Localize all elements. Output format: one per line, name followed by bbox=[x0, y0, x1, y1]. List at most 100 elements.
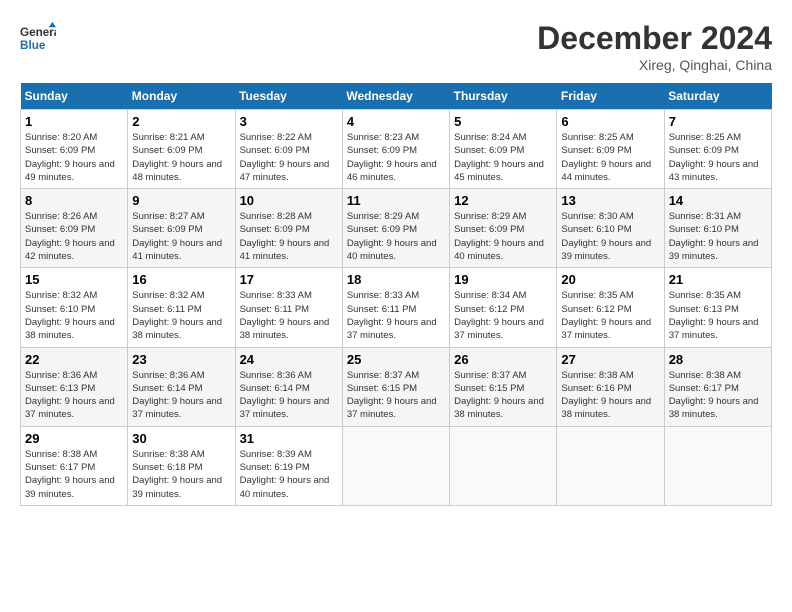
sunset-text: Sunset: 6:17 PM bbox=[669, 383, 739, 394]
day-number: 6 bbox=[561, 114, 659, 129]
calendar-day-cell: 28 Sunrise: 8:38 AM Sunset: 6:17 PM Dayl… bbox=[664, 347, 771, 426]
day-number: 19 bbox=[454, 272, 552, 287]
sunrise-text: Sunrise: 8:38 AM bbox=[561, 370, 633, 381]
sunset-text: Sunset: 6:13 PM bbox=[669, 304, 739, 315]
daylight-text: Daylight: 9 hours and 37 minutes. bbox=[132, 396, 222, 420]
sunrise-text: Sunrise: 8:23 AM bbox=[347, 132, 419, 143]
sunset-text: Sunset: 6:11 PM bbox=[240, 304, 310, 315]
sunset-text: Sunset: 6:09 PM bbox=[454, 145, 524, 156]
day-info: Sunrise: 8:38 AM Sunset: 6:18 PM Dayligh… bbox=[132, 448, 230, 501]
sunrise-text: Sunrise: 8:33 AM bbox=[347, 290, 419, 301]
daylight-text: Daylight: 9 hours and 44 minutes. bbox=[561, 159, 651, 183]
sunset-text: Sunset: 6:13 PM bbox=[25, 383, 95, 394]
daylight-text: Daylight: 9 hours and 38 minutes. bbox=[132, 317, 222, 341]
sunrise-text: Sunrise: 8:20 AM bbox=[25, 132, 97, 143]
day-info: Sunrise: 8:25 AM Sunset: 6:09 PM Dayligh… bbox=[669, 131, 767, 184]
sunset-text: Sunset: 6:14 PM bbox=[132, 383, 202, 394]
sunrise-text: Sunrise: 8:36 AM bbox=[25, 370, 97, 381]
calendar-day-cell: 10 Sunrise: 8:28 AM Sunset: 6:09 PM Dayl… bbox=[235, 189, 342, 268]
day-number: 28 bbox=[669, 352, 767, 367]
sunset-text: Sunset: 6:09 PM bbox=[240, 145, 310, 156]
calendar-day-cell: 20 Sunrise: 8:35 AM Sunset: 6:12 PM Dayl… bbox=[557, 268, 664, 347]
daylight-text: Daylight: 9 hours and 37 minutes. bbox=[561, 317, 651, 341]
weekday-header-row: SundayMondayTuesdayWednesdayThursdayFrid… bbox=[21, 83, 772, 110]
calendar-day-cell: 12 Sunrise: 8:29 AM Sunset: 6:09 PM Dayl… bbox=[450, 189, 557, 268]
day-info: Sunrise: 8:36 AM Sunset: 6:13 PM Dayligh… bbox=[25, 369, 123, 422]
sunset-text: Sunset: 6:19 PM bbox=[240, 462, 310, 473]
sunset-text: Sunset: 6:09 PM bbox=[669, 145, 739, 156]
calendar-day-cell: 8 Sunrise: 8:26 AM Sunset: 6:09 PM Dayli… bbox=[21, 189, 128, 268]
calendar-day-cell: 3 Sunrise: 8:22 AM Sunset: 6:09 PM Dayli… bbox=[235, 110, 342, 189]
weekday-header-sunday: Sunday bbox=[21, 83, 128, 110]
calendar-week-row: 22 Sunrise: 8:36 AM Sunset: 6:13 PM Dayl… bbox=[21, 347, 772, 426]
day-info: Sunrise: 8:33 AM Sunset: 6:11 PM Dayligh… bbox=[347, 289, 445, 342]
day-info: Sunrise: 8:31 AM Sunset: 6:10 PM Dayligh… bbox=[669, 210, 767, 263]
calendar-week-row: 15 Sunrise: 8:32 AM Sunset: 6:10 PM Dayl… bbox=[21, 268, 772, 347]
day-number: 7 bbox=[669, 114, 767, 129]
daylight-text: Daylight: 9 hours and 37 minutes. bbox=[669, 317, 759, 341]
day-number: 16 bbox=[132, 272, 230, 287]
weekday-header-saturday: Saturday bbox=[664, 83, 771, 110]
sunset-text: Sunset: 6:18 PM bbox=[132, 462, 202, 473]
day-number: 13 bbox=[561, 193, 659, 208]
daylight-text: Daylight: 9 hours and 47 minutes. bbox=[240, 159, 330, 183]
day-number: 20 bbox=[561, 272, 659, 287]
sunrise-text: Sunrise: 8:36 AM bbox=[240, 370, 312, 381]
day-number: 24 bbox=[240, 352, 338, 367]
day-info: Sunrise: 8:32 AM Sunset: 6:11 PM Dayligh… bbox=[132, 289, 230, 342]
calendar-day-cell: 17 Sunrise: 8:33 AM Sunset: 6:11 PM Dayl… bbox=[235, 268, 342, 347]
sunset-text: Sunset: 6:15 PM bbox=[347, 383, 417, 394]
sunrise-text: Sunrise: 8:33 AM bbox=[240, 290, 312, 301]
calendar-day-cell: 2 Sunrise: 8:21 AM Sunset: 6:09 PM Dayli… bbox=[128, 110, 235, 189]
day-number: 8 bbox=[25, 193, 123, 208]
daylight-text: Daylight: 9 hours and 41 minutes. bbox=[240, 238, 330, 262]
daylight-text: Daylight: 9 hours and 37 minutes. bbox=[240, 396, 330, 420]
day-number: 4 bbox=[347, 114, 445, 129]
sunset-text: Sunset: 6:09 PM bbox=[454, 224, 524, 235]
sunset-text: Sunset: 6:09 PM bbox=[25, 145, 95, 156]
daylight-text: Daylight: 9 hours and 39 minutes. bbox=[25, 475, 115, 499]
calendar-day-cell: 26 Sunrise: 8:37 AM Sunset: 6:15 PM Dayl… bbox=[450, 347, 557, 426]
day-info: Sunrise: 8:36 AM Sunset: 6:14 PM Dayligh… bbox=[132, 369, 230, 422]
day-info: Sunrise: 8:34 AM Sunset: 6:12 PM Dayligh… bbox=[454, 289, 552, 342]
day-number: 15 bbox=[25, 272, 123, 287]
day-info: Sunrise: 8:38 AM Sunset: 6:16 PM Dayligh… bbox=[561, 369, 659, 422]
sunset-text: Sunset: 6:16 PM bbox=[561, 383, 631, 394]
day-number: 22 bbox=[25, 352, 123, 367]
sunrise-text: Sunrise: 8:25 AM bbox=[669, 132, 741, 143]
day-number: 10 bbox=[240, 193, 338, 208]
calendar-day-cell: 4 Sunrise: 8:23 AM Sunset: 6:09 PM Dayli… bbox=[342, 110, 449, 189]
daylight-text: Daylight: 9 hours and 39 minutes. bbox=[132, 475, 222, 499]
sunrise-text: Sunrise: 8:37 AM bbox=[454, 370, 526, 381]
calendar-day-cell: 18 Sunrise: 8:33 AM Sunset: 6:11 PM Dayl… bbox=[342, 268, 449, 347]
day-number: 25 bbox=[347, 352, 445, 367]
sunrise-text: Sunrise: 8:29 AM bbox=[347, 211, 419, 222]
sunset-text: Sunset: 6:10 PM bbox=[25, 304, 95, 315]
day-info: Sunrise: 8:29 AM Sunset: 6:09 PM Dayligh… bbox=[347, 210, 445, 263]
sunrise-text: Sunrise: 8:28 AM bbox=[240, 211, 312, 222]
sunrise-text: Sunrise: 8:32 AM bbox=[132, 290, 204, 301]
daylight-text: Daylight: 9 hours and 49 minutes. bbox=[25, 159, 115, 183]
sunrise-text: Sunrise: 8:22 AM bbox=[240, 132, 312, 143]
sunrise-text: Sunrise: 8:25 AM bbox=[561, 132, 633, 143]
sunrise-text: Sunrise: 8:35 AM bbox=[669, 290, 741, 301]
day-info: Sunrise: 8:21 AM Sunset: 6:09 PM Dayligh… bbox=[132, 131, 230, 184]
calendar-day-cell: 16 Sunrise: 8:32 AM Sunset: 6:11 PM Dayl… bbox=[128, 268, 235, 347]
day-number: 29 bbox=[25, 431, 123, 446]
daylight-text: Daylight: 9 hours and 41 minutes. bbox=[132, 238, 222, 262]
day-info: Sunrise: 8:35 AM Sunset: 6:12 PM Dayligh… bbox=[561, 289, 659, 342]
calendar-day-cell bbox=[557, 426, 664, 505]
calendar-day-cell: 30 Sunrise: 8:38 AM Sunset: 6:18 PM Dayl… bbox=[128, 426, 235, 505]
calendar-day-cell: 7 Sunrise: 8:25 AM Sunset: 6:09 PM Dayli… bbox=[664, 110, 771, 189]
daylight-text: Daylight: 9 hours and 38 minutes. bbox=[669, 396, 759, 420]
svg-text:Blue: Blue bbox=[20, 39, 46, 52]
calendar-week-row: 29 Sunrise: 8:38 AM Sunset: 6:17 PM Dayl… bbox=[21, 426, 772, 505]
day-info: Sunrise: 8:22 AM Sunset: 6:09 PM Dayligh… bbox=[240, 131, 338, 184]
sunset-text: Sunset: 6:09 PM bbox=[347, 145, 417, 156]
weekday-header-thursday: Thursday bbox=[450, 83, 557, 110]
calendar-day-cell: 13 Sunrise: 8:30 AM Sunset: 6:10 PM Dayl… bbox=[557, 189, 664, 268]
day-info: Sunrise: 8:38 AM Sunset: 6:17 PM Dayligh… bbox=[25, 448, 123, 501]
calendar-day-cell: 9 Sunrise: 8:27 AM Sunset: 6:09 PM Dayli… bbox=[128, 189, 235, 268]
daylight-text: Daylight: 9 hours and 37 minutes. bbox=[347, 396, 437, 420]
daylight-text: Daylight: 9 hours and 45 minutes. bbox=[454, 159, 544, 183]
